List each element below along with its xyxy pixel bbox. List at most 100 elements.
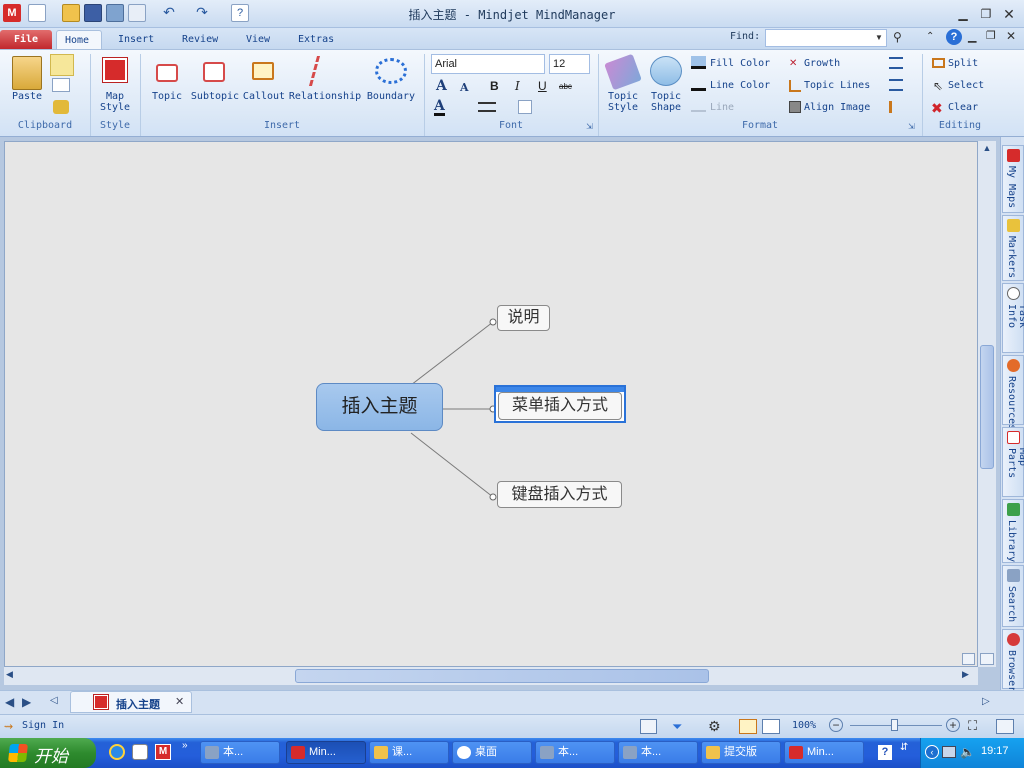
topic-style-button[interactable]: Topic [602, 91, 644, 102]
map-overview-icon[interactable] [640, 719, 657, 734]
topic-lines-icon[interactable] [789, 80, 801, 92]
tab-markers[interactable]: Markers [1002, 215, 1024, 281]
growth-icon[interactable]: ✕ [789, 58, 801, 69]
find-input[interactable] [765, 29, 887, 47]
find-dropdown-icon[interactable]: ▼ [875, 33, 883, 42]
quicklaunch-more-icon[interactable]: » [182, 740, 188, 751]
taskbar-item[interactable]: 本... [535, 741, 615, 764]
zoom-slider-thumb[interactable] [891, 719, 898, 731]
format-painter-icon[interactable] [53, 100, 69, 114]
format-dialog-launcher-icon[interactable]: ⇲ [908, 122, 915, 131]
horizontal-scrollbar[interactable]: ◀ ▶ [4, 667, 978, 685]
bold-button[interactable]: B [490, 79, 499, 93]
tab-extras[interactable]: Extras [290, 30, 342, 49]
restore-button[interactable]: ❐ [976, 6, 996, 22]
vertical-scroll-thumb[interactable] [980, 345, 994, 469]
network-icon[interactable] [942, 746, 956, 758]
taskbar-item[interactable]: 提交版 [701, 741, 781, 764]
taskbar-item[interactable]: 桌面 [452, 741, 532, 764]
clear-button[interactable]: Clear [948, 102, 978, 113]
taskbar-item[interactable]: Min... [784, 741, 864, 764]
topic-icon[interactable] [156, 64, 178, 82]
expand-icon[interactable] [980, 653, 994, 665]
volume-icon[interactable]: 🔈 [960, 745, 975, 759]
map-canvas[interactable] [4, 141, 978, 667]
topic-shape-button[interactable]: Topic [644, 91, 688, 102]
line-button[interactable]: Line [710, 102, 734, 113]
scroll-right-icon[interactable]: ▶ [962, 669, 976, 683]
collapse-handle-icon[interactable] [489, 318, 497, 326]
zoom-out-button[interactable]: − [829, 718, 843, 732]
tab-browser[interactable]: Browser [1002, 629, 1024, 692]
binoculars-icon[interactable]: ⚲ [893, 30, 913, 46]
paste-icon[interactable] [12, 56, 42, 90]
clear-format-icon[interactable] [518, 100, 532, 114]
align-image-button[interactable]: Align Image [804, 102, 870, 113]
tab-scroll-icon[interactable]: ◁ [50, 695, 58, 706]
collapse-handle-icon[interactable] [489, 493, 497, 501]
font-color-button[interactable]: A [434, 99, 445, 116]
doc-restore-button[interactable]: ❐ [986, 29, 996, 42]
line-icon[interactable] [691, 102, 706, 112]
callout-button[interactable]: Callout [242, 91, 286, 102]
tab-resources[interactable]: Resources [1002, 355, 1024, 430]
ie-icon[interactable] [109, 744, 125, 760]
spacing-icon[interactable] [889, 79, 903, 91]
cut-icon[interactable] [50, 54, 74, 76]
filter-icon[interactable]: ⏷ [672, 719, 682, 735]
topic-lines-button[interactable]: Topic Lines [804, 80, 870, 91]
taskbar-item[interactable]: 本... [618, 741, 698, 764]
outline-view-icon[interactable] [762, 719, 780, 734]
expand-tray-icon[interactable]: ‹ [925, 745, 939, 759]
underline-button[interactable]: U [538, 79, 547, 93]
indent-icon[interactable] [889, 101, 903, 113]
tab-library[interactable]: Library [1002, 499, 1024, 563]
subtopic-node[interactable]: 键盘插入方式 [497, 481, 622, 508]
subtopic-button[interactable]: Subtopic [189, 91, 241, 102]
next-map-icon[interactable]: ▶ [22, 695, 31, 709]
ribbon-collapse-icon[interactable]: ⌃ [926, 31, 934, 42]
map-style-icon[interactable] [102, 57, 128, 83]
fill-color-icon[interactable] [691, 56, 706, 69]
strikethrough-button[interactable]: abc [559, 82, 572, 91]
relationship-icon[interactable] [308, 56, 342, 86]
tab-list-icon[interactable]: ▷ [982, 696, 990, 707]
italic-button[interactable]: I [515, 79, 520, 93]
boundary-button[interactable]: Boundary [364, 91, 418, 102]
scroll-left-icon[interactable]: ◀ [6, 669, 20, 683]
chrome-icon[interactable] [132, 744, 148, 760]
map-view-icon[interactable] [739, 719, 757, 734]
vertical-scrollbar[interactable]: ▲ ▼ [978, 141, 996, 667]
mindmanager-quicklaunch-icon[interactable]: M [155, 744, 171, 760]
taskbar-item[interactable]: 课... [369, 741, 449, 764]
subtopic-node[interactable]: 说明 [497, 305, 550, 331]
minimize-button[interactable]: ▁ [953, 6, 973, 22]
document-tab[interactable]: 插入主题 ✕ [70, 691, 192, 713]
doc-close-button[interactable]: ✕ [1006, 29, 1016, 43]
prev-map-icon[interactable]: ◀ [5, 695, 14, 709]
line-color-icon[interactable] [691, 78, 706, 91]
select-button[interactable]: Select [948, 80, 984, 91]
tab-review[interactable]: Review [174, 30, 226, 49]
close-tab-icon[interactable]: ✕ [175, 695, 184, 708]
tab-my-maps[interactable]: My Maps [1002, 145, 1024, 213]
paste-button[interactable]: Paste [10, 91, 44, 102]
close-button[interactable]: ✕ [999, 6, 1019, 22]
shrink-font-button[interactable]: A [460, 81, 469, 94]
split-button[interactable]: Split [948, 58, 978, 69]
subtopic-icon[interactable] [203, 62, 225, 82]
central-topic[interactable]: 插入主题 [316, 383, 443, 431]
taskbar-item[interactable]: 本... [200, 741, 280, 764]
growth-button[interactable]: Growth [804, 58, 840, 69]
topic-button[interactable]: Topic [146, 91, 188, 102]
tab-file[interactable]: File [0, 30, 52, 49]
start-button[interactable]: 开始 [0, 738, 96, 768]
tab-search[interactable]: Search [1002, 565, 1024, 627]
zoom-in-button[interactable]: + [946, 718, 960, 732]
tab-view[interactable]: View [238, 30, 278, 49]
grow-font-button[interactable]: A [436, 78, 447, 94]
scroll-up-icon[interactable]: ▲ [980, 143, 994, 157]
map-style-button[interactable]: Map [93, 91, 137, 102]
boundary-icon[interactable] [375, 58, 407, 84]
fit-map-icon[interactable] [962, 653, 975, 665]
